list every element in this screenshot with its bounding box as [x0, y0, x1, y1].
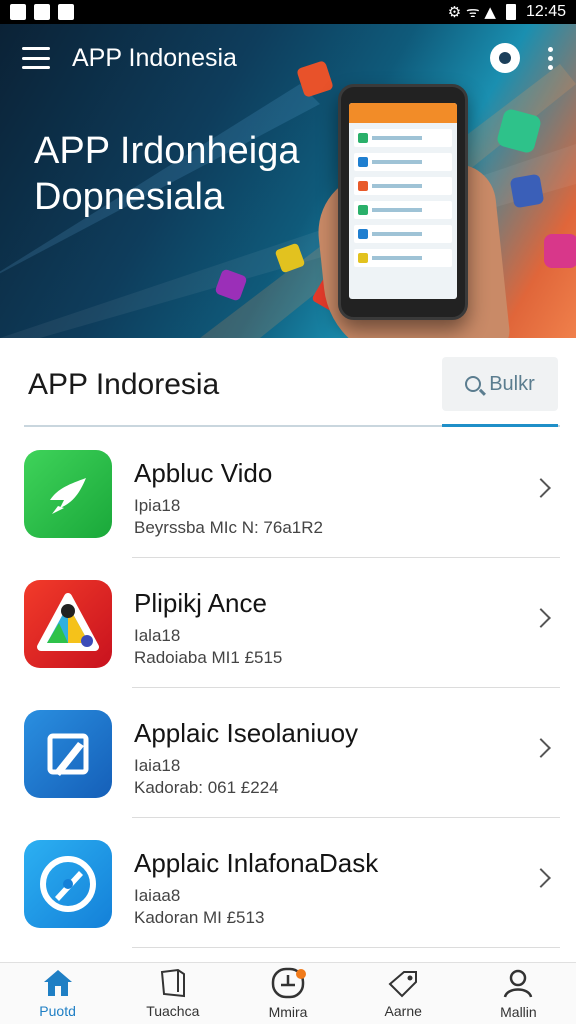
- list-item[interactable]: Apbluc Vido Ipia18 Beyrssba MIc N: 76a1R…: [0, 428, 576, 558]
- app-details: Kadoran MI £513: [134, 908, 265, 927]
- section-header: APP Indoresia Bulkr: [0, 338, 576, 428]
- phone-illustration: [338, 84, 468, 320]
- search-button[interactable]: Bulkr: [442, 357, 558, 411]
- app-category: Iaia18: [134, 756, 181, 775]
- notification-icon: [34, 4, 50, 20]
- bird-icon: [24, 450, 112, 538]
- hamburger-menu-icon[interactable]: [22, 47, 50, 69]
- settings-icon[interactable]: [490, 43, 520, 73]
- bottom-navigation: Puotd Tuachca Mmira Aarne Mallin: [0, 962, 576, 1024]
- overflow-menu-icon[interactable]: [548, 46, 554, 70]
- app-title: Apbluc Vido: [134, 458, 273, 488]
- app-title: APP Indonesia: [72, 43, 237, 72]
- app-details: Radoiaba MI1 £515: [134, 648, 283, 667]
- search-button-label: Bulkr: [489, 372, 535, 395]
- hero-title-line: APP Irdonheiga: [34, 130, 300, 172]
- notification-icons: [10, 4, 74, 20]
- app-bar: APP Indonesia: [0, 24, 576, 92]
- app-category: Iaiaa8: [134, 886, 181, 905]
- notification-icon: [10, 4, 26, 20]
- nav-label: Tuachca: [146, 1003, 200, 1019]
- nav-item-profile[interactable]: Mallin: [461, 963, 576, 1024]
- nav-item-tag[interactable]: Aarne: [346, 963, 461, 1024]
- edit-icon: [24, 710, 112, 798]
- home-icon: [43, 970, 72, 996]
- status-bar: ⚙ ᯤ ▲ 12:45: [0, 0, 576, 24]
- list-item[interactable]: Plipikj Ance Iala18 Radoiaba MI1 £515: [0, 558, 576, 688]
- section-title: APP Indoresia: [28, 368, 220, 401]
- notification-icon: [58, 4, 74, 20]
- nav-label: Puotd: [39, 1003, 76, 1019]
- status-time: 12:45: [525, 3, 566, 20]
- app-details: Beyrssba MIc N: 76a1R2: [134, 518, 323, 537]
- app-category: Ipia18: [134, 496, 181, 515]
- tag-icon: [388, 971, 418, 998]
- battery-icon: [505, 4, 516, 20]
- chevron-right-icon: [531, 738, 551, 758]
- app-title: Applaic InlafonaDask: [134, 848, 379, 878]
- system-indicators: ⚙ ᯤ ▲ 12:45: [448, 2, 566, 22]
- signal-icons: ⚙ ᯤ ▲: [447, 3, 496, 21]
- app-details: Kadorab: 061 £224: [134, 778, 279, 797]
- nav-label: Mallin: [500, 1004, 537, 1020]
- profile-icon: [504, 969, 533, 998]
- list-item[interactable]: Applaic Iseolaniuoy Iaia18 Kadorab: 061 …: [0, 688, 576, 818]
- hero-title-line: Dopnesiala: [34, 176, 225, 218]
- app-list: Apbluc Vido Ipia18 Beyrssba MIc N: 76a1R…: [0, 428, 576, 948]
- compass-icon: [24, 840, 112, 928]
- hero-banner: APP Indonesia APP Irdonheiga Dopnesiala: [0, 24, 576, 338]
- hero-title: APP Irdonheiga Dopnesiala: [34, 128, 344, 220]
- nav-item-chart[interactable]: Mmira: [230, 963, 345, 1024]
- nav-item-home[interactable]: Puotd: [0, 963, 115, 1024]
- chevron-right-icon: [531, 868, 551, 888]
- book-icon: [160, 968, 185, 998]
- active-tab-indicator: [442, 424, 558, 427]
- triangle-icon: [24, 580, 112, 668]
- chevron-right-icon: [531, 608, 551, 628]
- nav-label: Mmira: [268, 1004, 308, 1020]
- search-icon: [465, 376, 482, 392]
- app-title: Applaic Iseolaniuoy: [134, 718, 359, 748]
- chevron-right-icon: [531, 478, 551, 498]
- nav-item-book[interactable]: Tuachca: [115, 963, 230, 1024]
- app-title: Plipikj Ance: [134, 588, 267, 618]
- app-category: Iala18: [134, 626, 181, 645]
- list-item[interactable]: Applaic InlafonaDask Iaiaa8 Kadoran MI £…: [0, 818, 576, 948]
- nav-label: Aarne: [384, 1003, 422, 1019]
